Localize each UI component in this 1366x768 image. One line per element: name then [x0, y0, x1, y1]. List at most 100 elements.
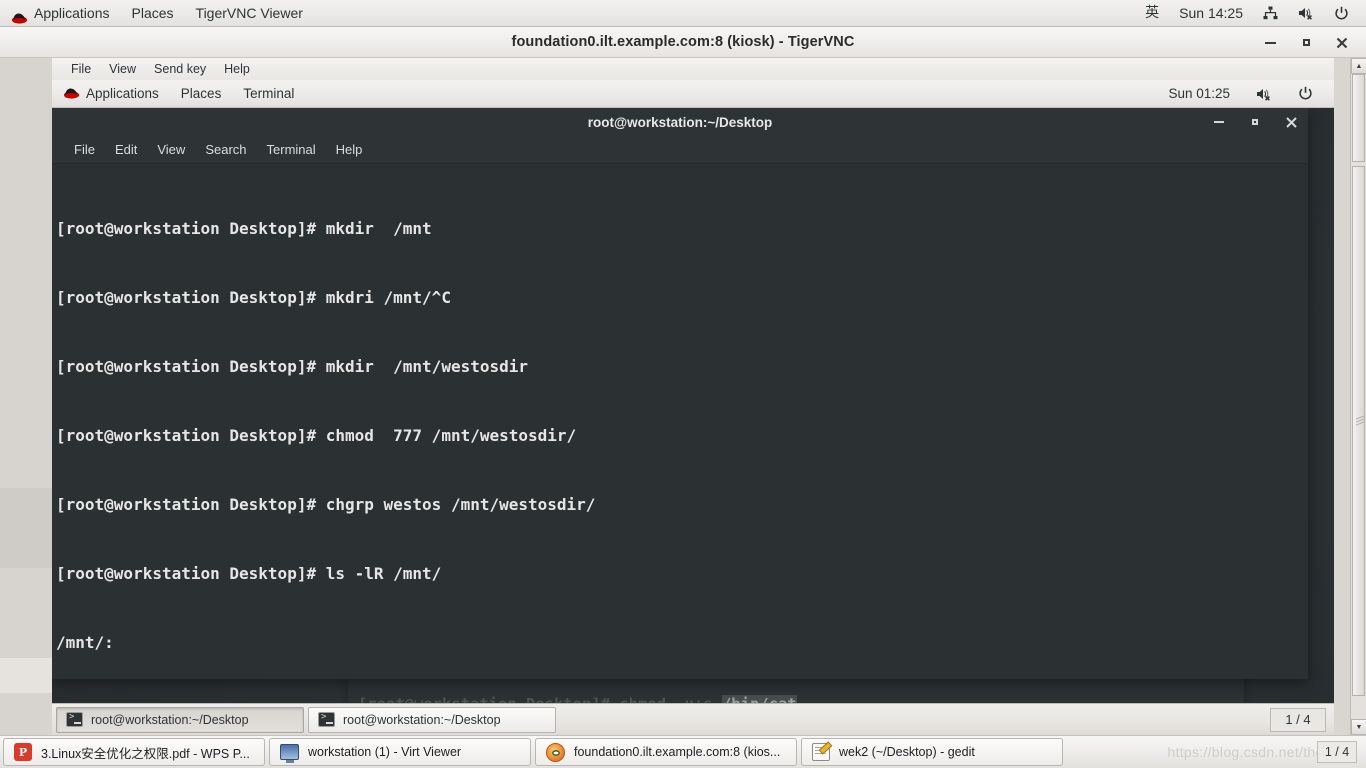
host-places-menu[interactable]: Places [121, 0, 185, 27]
host-panel-status-area: 英 Sun 14:25 [1136, 0, 1366, 27]
vv-menu-file[interactable]: File [62, 58, 100, 80]
remote-places-label: Places [180, 86, 222, 101]
wps-pdf-icon: P [14, 743, 32, 761]
focused-terminal-menubar: File Edit View Search Terminal Help [52, 136, 1308, 164]
virt-viewer-icon [280, 744, 299, 763]
network-icon[interactable] [1254, 0, 1287, 27]
terminal-line: [root@workstation Desktop]# ls -lR /mnt/ [54, 562, 1308, 585]
vnc-scrollbar-thumb[interactable] [1352, 166, 1365, 696]
viewport-left-gutter [0, 58, 52, 735]
vnc-viewport: File View Send key Help Applications Pla… [0, 58, 1366, 735]
chevron-down-icon[interactable]: ▼ [1351, 719, 1366, 735]
terminal-line-text: [root@workstation Desktop]# mkdir /mnt/w… [56, 357, 529, 376]
gedit-icon [812, 743, 830, 761]
host-window-tigervnc[interactable]: TigerVNC Viewer [185, 0, 314, 27]
remote-top-panel: Applications Places Terminal Sun 01:25 [52, 80, 1334, 108]
remote-window-terminal[interactable]: Terminal [232, 86, 305, 101]
host-taskbar-button-wps[interactable]: P 3.Linux安全优化之权限.pdf - WPS P... [3, 738, 265, 766]
terminal-line-text: [root@workstation Desktop]# chgrp westos… [56, 495, 596, 514]
remote-places-menu[interactable]: Places [170, 86, 233, 101]
host-places-label: Places [131, 4, 174, 21]
focused-terminal-title: root@workstation:~/Desktop [587, 114, 773, 130]
host-taskbar-button-gedit-label: wek2 (~/Desktop) - gedit [839, 745, 975, 759]
fg-menu-edit[interactable]: Edit [105, 142, 147, 157]
vnc-scrollbar-trough[interactable] [1351, 74, 1366, 719]
vnc-vertical-scrollbar[interactable]: ▲ ▼ [1350, 58, 1366, 735]
volume-muted-icon[interactable] [1289, 0, 1323, 27]
remote-taskbar-window-2-label: root@workstation:~/Desktop [343, 712, 501, 727]
host-workspace-label: 1 / 4 [1324, 745, 1350, 759]
terminal-line-text: [root@workstation Desktop]# mkdir /mnt [56, 219, 432, 238]
vnc-close-button[interactable] [1334, 35, 1350, 51]
fg-menu-help[interactable]: Help [326, 142, 373, 157]
terminal-line-text: [root@workstation Desktop]# chmod 777 /m… [56, 426, 577, 445]
host-applications-label: Applications [34, 4, 110, 21]
remote-taskbar-window-2[interactable]: root@workstation:~/Desktop [308, 706, 556, 733]
focused-terminal-maximize-button[interactable] [1248, 115, 1262, 129]
terminal-line: [root@workstation Desktop]# mkdir /mnt [54, 217, 1308, 240]
host-workspace-indicator[interactable]: 1 / 4 [1317, 741, 1357, 763]
vnc-scrollbar-thumb-upper[interactable] [1352, 74, 1365, 162]
host-applications-menu[interactable]: Applications [0, 0, 121, 27]
terminal-line-text: [root@workstation Desktop]# mkdri /mnt/^… [56, 288, 451, 307]
fg-menu-terminal[interactable]: Terminal [257, 142, 326, 157]
vnc-window-title: foundation0.ilt.example.com:8 (kiosk) - … [511, 34, 855, 50]
host-window-tigervnc-label: TigerVNC Viewer [195, 4, 303, 21]
remote-clock-label: Sun 01:25 [1168, 86, 1230, 101]
vv-menu-view[interactable]: View [100, 58, 145, 80]
focused-terminal-minimize-button[interactable] [1212, 115, 1226, 129]
focused-terminal-titlebar[interactable]: root@workstation:~/Desktop [52, 108, 1308, 136]
terminal-line: [root@workstation Desktop]# mkdri /mnt/^… [54, 286, 1308, 309]
host-taskbar-button-tigervnc-label: foundation0.ilt.example.com:8 (kios... [574, 745, 781, 759]
remote-applications-label: Applications [86, 86, 159, 101]
focused-terminal-window[interactable]: root@workstation:~/Desktop File Edit Vie… [52, 108, 1308, 679]
host-clock[interactable]: Sun 14:25 [1170, 0, 1252, 27]
remote-taskbar-window-1[interactable]: root@workstation:~/Desktop [56, 706, 304, 733]
remote-applications-menu[interactable]: Applications [52, 86, 170, 101]
remote-workspace-indicator[interactable]: 1 / 4 [1270, 707, 1326, 732]
redhat-logo-icon [63, 87, 80, 100]
remote-workspace-label: 1 / 4 [1285, 712, 1311, 727]
terminal-line-text: /mnt/: [56, 633, 114, 652]
power-icon[interactable] [1287, 86, 1324, 101]
input-method-indicator[interactable]: 英 [1136, 0, 1168, 27]
chevron-up-icon[interactable]: ▲ [1351, 58, 1366, 74]
remote-taskbar-window-1-label: root@workstation:~/Desktop [91, 712, 249, 727]
host-clock-label: Sun 14:25 [1179, 4, 1243, 21]
vnc-titlebar[interactable]: foundation0.ilt.example.com:8 (kiosk) - … [0, 27, 1366, 58]
vnc-minimize-button[interactable] [1262, 35, 1278, 51]
host-taskbar-button-tigervnc[interactable]: foundation0.ilt.example.com:8 (kios... [535, 738, 797, 766]
fg-menu-search[interactable]: Search [195, 142, 256, 157]
remote-clock[interactable]: Sun 01:25 [1157, 86, 1241, 101]
input-method-label: 英 [1145, 4, 1160, 21]
fg-menu-view[interactable]: View [147, 142, 195, 157]
volume-muted-icon[interactable] [1245, 87, 1283, 101]
screen-root: Applications Places TigerVNC Viewer 英 Su… [0, 0, 1366, 768]
vnc-window-controls [1262, 27, 1360, 58]
remote-desktop: Applications Places Terminal Sun 01:25 r… [52, 80, 1334, 735]
tigervnc-icon [546, 742, 565, 762]
tigervnc-window: foundation0.ilt.example.com:8 (kiosk) - … [0, 27, 1366, 735]
vnc-maximize-button[interactable] [1298, 35, 1314, 51]
focused-terminal-window-controls [1212, 108, 1298, 136]
host-taskbar-button-virt-viewer[interactable]: workstation (1) - Virt Viewer [269, 738, 531, 766]
terminal-line: [root@workstation Desktop]# mkdir /mnt/w… [54, 355, 1308, 378]
host-taskbar-button-virt-viewer-label: workstation (1) - Virt Viewer [308, 745, 462, 759]
host-taskbar-button-gedit[interactable]: wek2 (~/Desktop) - gedit [801, 738, 1063, 766]
virt-viewer-menubar: File View Send key Help [52, 58, 1334, 80]
terminal-line: [root@workstation Desktop]# chgrp westos… [54, 493, 1308, 516]
terminal-icon [318, 712, 335, 727]
focused-terminal-close-button[interactable] [1284, 115, 1298, 129]
vv-menu-help[interactable]: Help [215, 58, 259, 80]
host-taskbar: P 3.Linux安全优化之权限.pdf - WPS P... workstat… [0, 735, 1366, 768]
terminal-line: [root@workstation Desktop]# chmod 777 /m… [54, 424, 1308, 447]
scrollbar-grip [1356, 415, 1364, 426]
vv-menu-send-key[interactable]: Send key [145, 58, 215, 80]
remote-window-terminal-label: Terminal [243, 86, 295, 101]
redhat-logo-icon [11, 7, 28, 24]
fg-menu-file[interactable]: File [64, 142, 105, 157]
focused-terminal-output[interactable]: [root@workstation Desktop]# mkdir /mnt [… [52, 164, 1308, 679]
host-taskbar-button-wps-label: 3.Linux安全优化之权限.pdf - WPS P... [41, 746, 250, 761]
power-icon[interactable] [1325, 0, 1358, 27]
terminal-line: /mnt/: [54, 631, 1308, 654]
